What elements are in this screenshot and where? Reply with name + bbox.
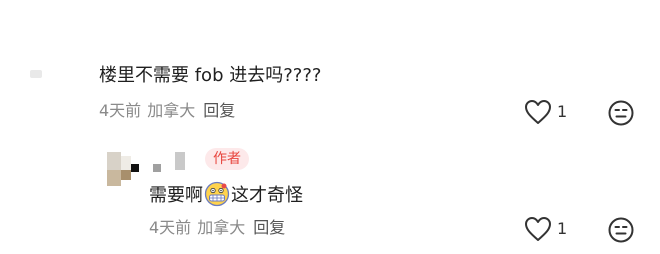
like-button[interactable]: 1 [524,98,584,126]
comment-text: 楼里不需要 fob 进去吗???? [99,65,322,86]
grimacing-face-emoji [204,181,230,207]
reply-meta: 4天前 加拿大 回复 [149,218,285,238]
reply-button[interactable]: 回复 [203,101,235,120]
reply-text-before: 需要啊 [149,185,203,206]
dislike-button[interactable] [607,216,635,244]
comment-time: 4天前 [99,101,142,120]
like-count: 1 [557,102,568,121]
annoyed-face-icon [608,217,634,243]
reply-time: 4天前 [149,218,192,237]
avatar[interactable] [30,70,42,78]
comment-meta: 4天前 加拿大 回复 [99,101,235,121]
comment-location: 加拿大 [147,101,196,120]
heart-outline-icon [525,100,551,124]
author-badge: 作者 [205,148,249,170]
annoyed-face-icon [608,100,634,126]
reply-text-after: 这才奇怪 [231,185,303,206]
reply-button[interactable]: 回复 [253,218,285,237]
dislike-button[interactable] [607,99,635,127]
reply-text: 需要啊 这才奇怪 [149,181,303,208]
like-button[interactable]: 1 [524,215,584,243]
like-count: 1 [557,219,568,238]
reply-location: 加拿大 [197,218,246,237]
heart-outline-icon [525,217,551,241]
